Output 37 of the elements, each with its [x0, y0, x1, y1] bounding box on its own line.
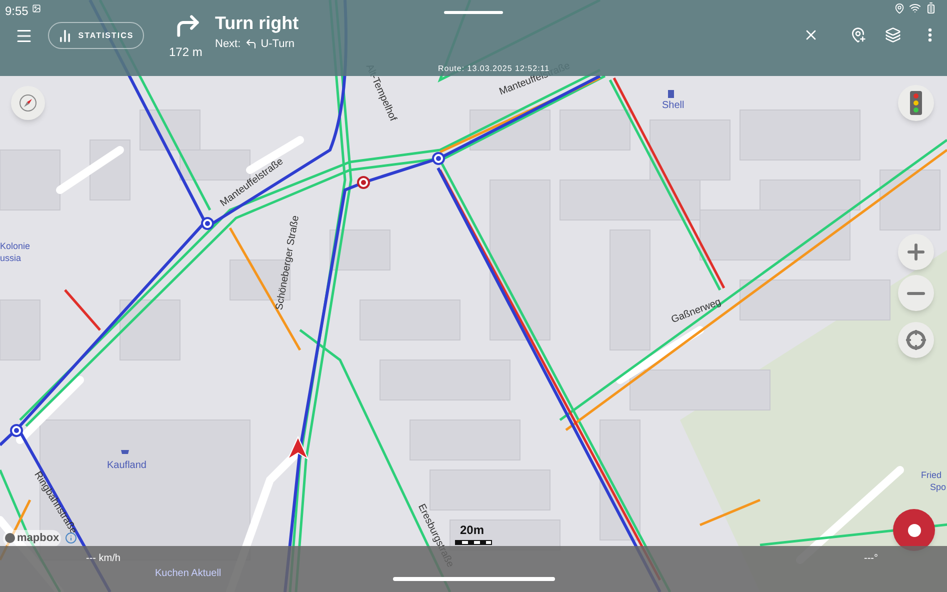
location-arrow-icon: [287, 436, 309, 460]
speed-reading: --- km/h: [86, 552, 120, 566]
minus-icon: [907, 292, 925, 294]
scale-bar: [455, 540, 492, 545]
compass-icon: [19, 94, 37, 112]
menu-icon: [15, 27, 33, 45]
location-icon: [894, 2, 905, 14]
status-time: 9:55: [5, 3, 28, 20]
bar-chart-icon: [58, 28, 72, 42]
place-label: Fried: [921, 471, 942, 480]
next-instruction: U-Turn: [260, 37, 295, 52]
crosshair-icon: [905, 329, 927, 351]
place-label: Spo: [930, 483, 946, 492]
poi-label: Shell: [662, 101, 684, 111]
next-label: Next:: [215, 37, 241, 52]
record-icon: [908, 524, 920, 536]
poi-label: Kaufland: [107, 461, 146, 471]
statistics-button[interactable]: STATISTICS: [48, 22, 144, 49]
turn-right-icon: [174, 12, 202, 40]
info-icon[interactable]: [65, 532, 78, 544]
turn-distance: 172 m: [169, 44, 202, 61]
scale-label: 20m: [460, 524, 484, 536]
poi-label: Kuchen Aktuell: [155, 569, 222, 579]
heading-reading: ---°: [864, 552, 878, 566]
mapbox-logo: mapbox: [3, 530, 62, 546]
layers-icon: [885, 27, 901, 43]
place-label: ussia: [0, 254, 22, 263]
traffic-light-icon: [910, 91, 922, 115]
layers-button[interactable]: [883, 25, 903, 45]
turn-instruction: Turn right: [215, 12, 299, 35]
battery-icon: [925, 2, 937, 14]
place-label: Kolonie: [0, 242, 30, 251]
notification-icon: [32, 4, 41, 13]
pin-plus-icon: [850, 27, 866, 43]
u-turn-icon: [244, 38, 257, 50]
drag-handle[interactable]: [444, 11, 503, 14]
more-icon: [928, 28, 932, 42]
